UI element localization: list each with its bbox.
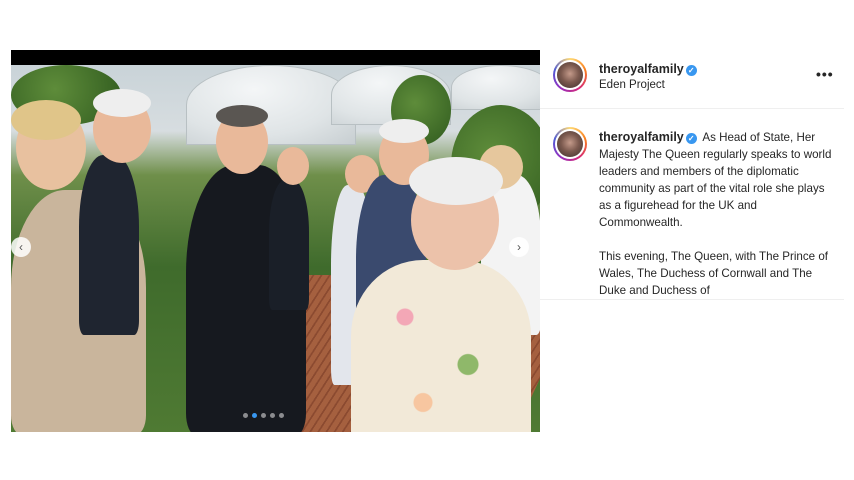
carousel-dot: [279, 413, 284, 418]
caption-paragraph-2: This evening, The Queen, with The Prince…: [599, 250, 828, 297]
person-hair: [216, 105, 268, 127]
divider: [540, 299, 844, 300]
username-text[interactable]: theroyalfamily: [599, 62, 684, 76]
caption-username[interactable]: theroyalfamily ✓: [599, 130, 697, 144]
biome-dome: [451, 65, 540, 110]
post-media: ‹ ›: [11, 50, 540, 432]
post-photo[interactable]: [11, 65, 540, 432]
chevron-right-icon: ›: [517, 240, 521, 254]
carousel-dot-active: [252, 413, 257, 418]
caption-text: theroyalfamily ✓ As Head of State, Her Ma…: [599, 129, 839, 316]
carousel-dot: [261, 413, 266, 418]
caption-paragraph: theroyalfamily ✓ As Head of State, Her Ma…: [599, 129, 839, 231]
carousel-dot: [243, 413, 248, 418]
header-username[interactable]: theroyalfamily ✓: [599, 62, 697, 76]
person-floral-dress-queen: [351, 260, 531, 432]
carousel-next-button[interactable]: ›: [509, 237, 529, 257]
avatar-image: [557, 62, 583, 88]
more-options-icon[interactable]: •••: [816, 66, 834, 82]
person-hair: [379, 119, 429, 143]
caption-avatar[interactable]: [553, 127, 587, 161]
verified-badge-icon: ✓: [685, 133, 697, 144]
person-dark-suit: [79, 155, 139, 335]
person-hair: [11, 100, 81, 140]
profile-avatar[interactable]: [553, 58, 587, 92]
post-location[interactable]: Eden Project: [599, 79, 665, 91]
avatar-image: [557, 131, 583, 157]
verified-badge-icon: ✓: [685, 65, 697, 76]
caption-paragraph-1: As Head of State, Her Majesty The Queen …: [599, 131, 832, 229]
person-hair: [93, 89, 151, 117]
carousel-prev-button[interactable]: ‹: [11, 237, 31, 257]
carousel-dot: [270, 413, 275, 418]
post-sidebar: theroyalfamily ✓ Eden Project ••• theroya…: [540, 50, 844, 432]
person-suit: [269, 180, 309, 310]
person-head: [277, 147, 309, 185]
carousel-indicator: [243, 413, 284, 418]
chevron-left-icon: ‹: [19, 240, 23, 254]
media-top-bar: [11, 50, 540, 65]
username-text[interactable]: theroyalfamily: [599, 130, 684, 144]
instagram-post: ‹ › theroyalfamily ✓ Eden Project ••• th…: [11, 50, 844, 432]
post-header: theroyalfamily ✓ Eden Project •••: [540, 50, 844, 109]
person-hair: [409, 157, 503, 205]
